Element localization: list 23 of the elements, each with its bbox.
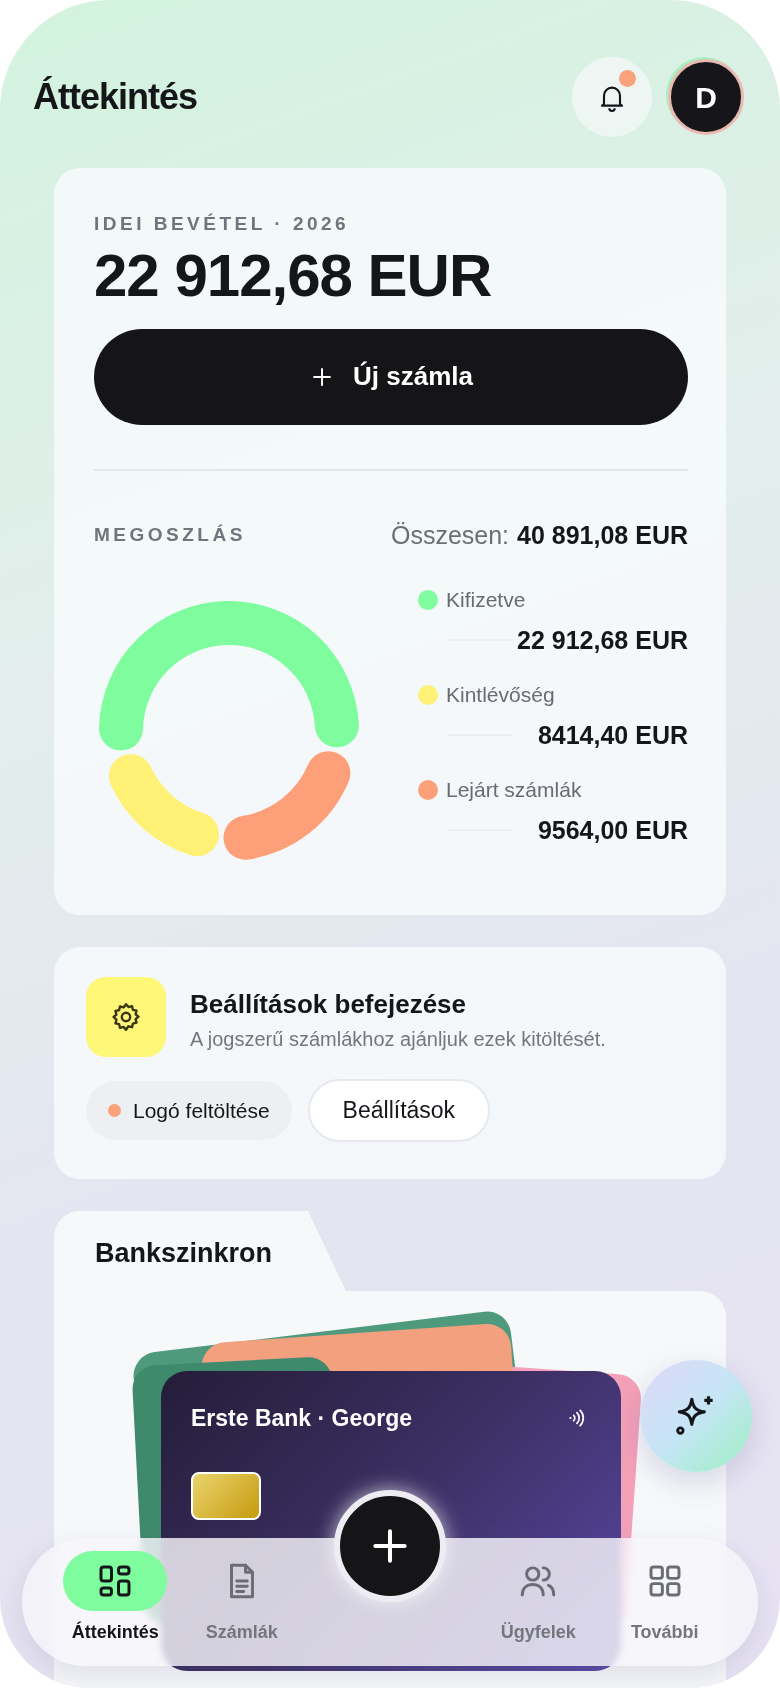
card-chip-icon — [191, 1471, 261, 1520]
legend-value: 9564,00 EUR — [537, 814, 688, 846]
legend-value: 22 912,68 EUR — [517, 624, 688, 656]
new-invoice-button[interactable]: Új számla — [94, 328, 688, 425]
legend-value: 8414,40 EUR — [537, 719, 688, 751]
revenue-amount: 22 912,68 EUR — [94, 242, 493, 309]
settings-button[interactable]: Beállítások — [307, 1079, 491, 1142]
setup-description: A jogszerű számlákhoz ajánljuk ezek kitöltését. — [190, 1027, 606, 1052]
chip-label: Logó feltöltése — [133, 1097, 270, 1124]
legend-label: Lejárt számlák — [446, 777, 582, 803]
legend-label: Kintlévőség — [446, 682, 555, 708]
total-value: 40 891,08 EUR — [517, 519, 688, 551]
avatar[interactable]: D — [668, 59, 744, 135]
section-tab[interactable]: Bankszinkron — [54, 1211, 346, 1291]
page-title: Áttekintés — [33, 75, 198, 119]
revenue-label: IDEI BEVÉTEL · 2026 — [94, 212, 351, 236]
status-dot — [108, 1103, 121, 1117]
legend-label: Kifizetve — [446, 587, 526, 613]
bank-name: Erste Bank · George — [191, 1404, 413, 1433]
total-label: Összesen: — [390, 519, 510, 551]
todo-chip[interactable]: Logó feltöltése — [86, 1080, 292, 1140]
distribution-title: MEGOSZLÁS — [94, 523, 246, 547]
setup-title: Beállítások befejezése — [190, 988, 468, 1021]
